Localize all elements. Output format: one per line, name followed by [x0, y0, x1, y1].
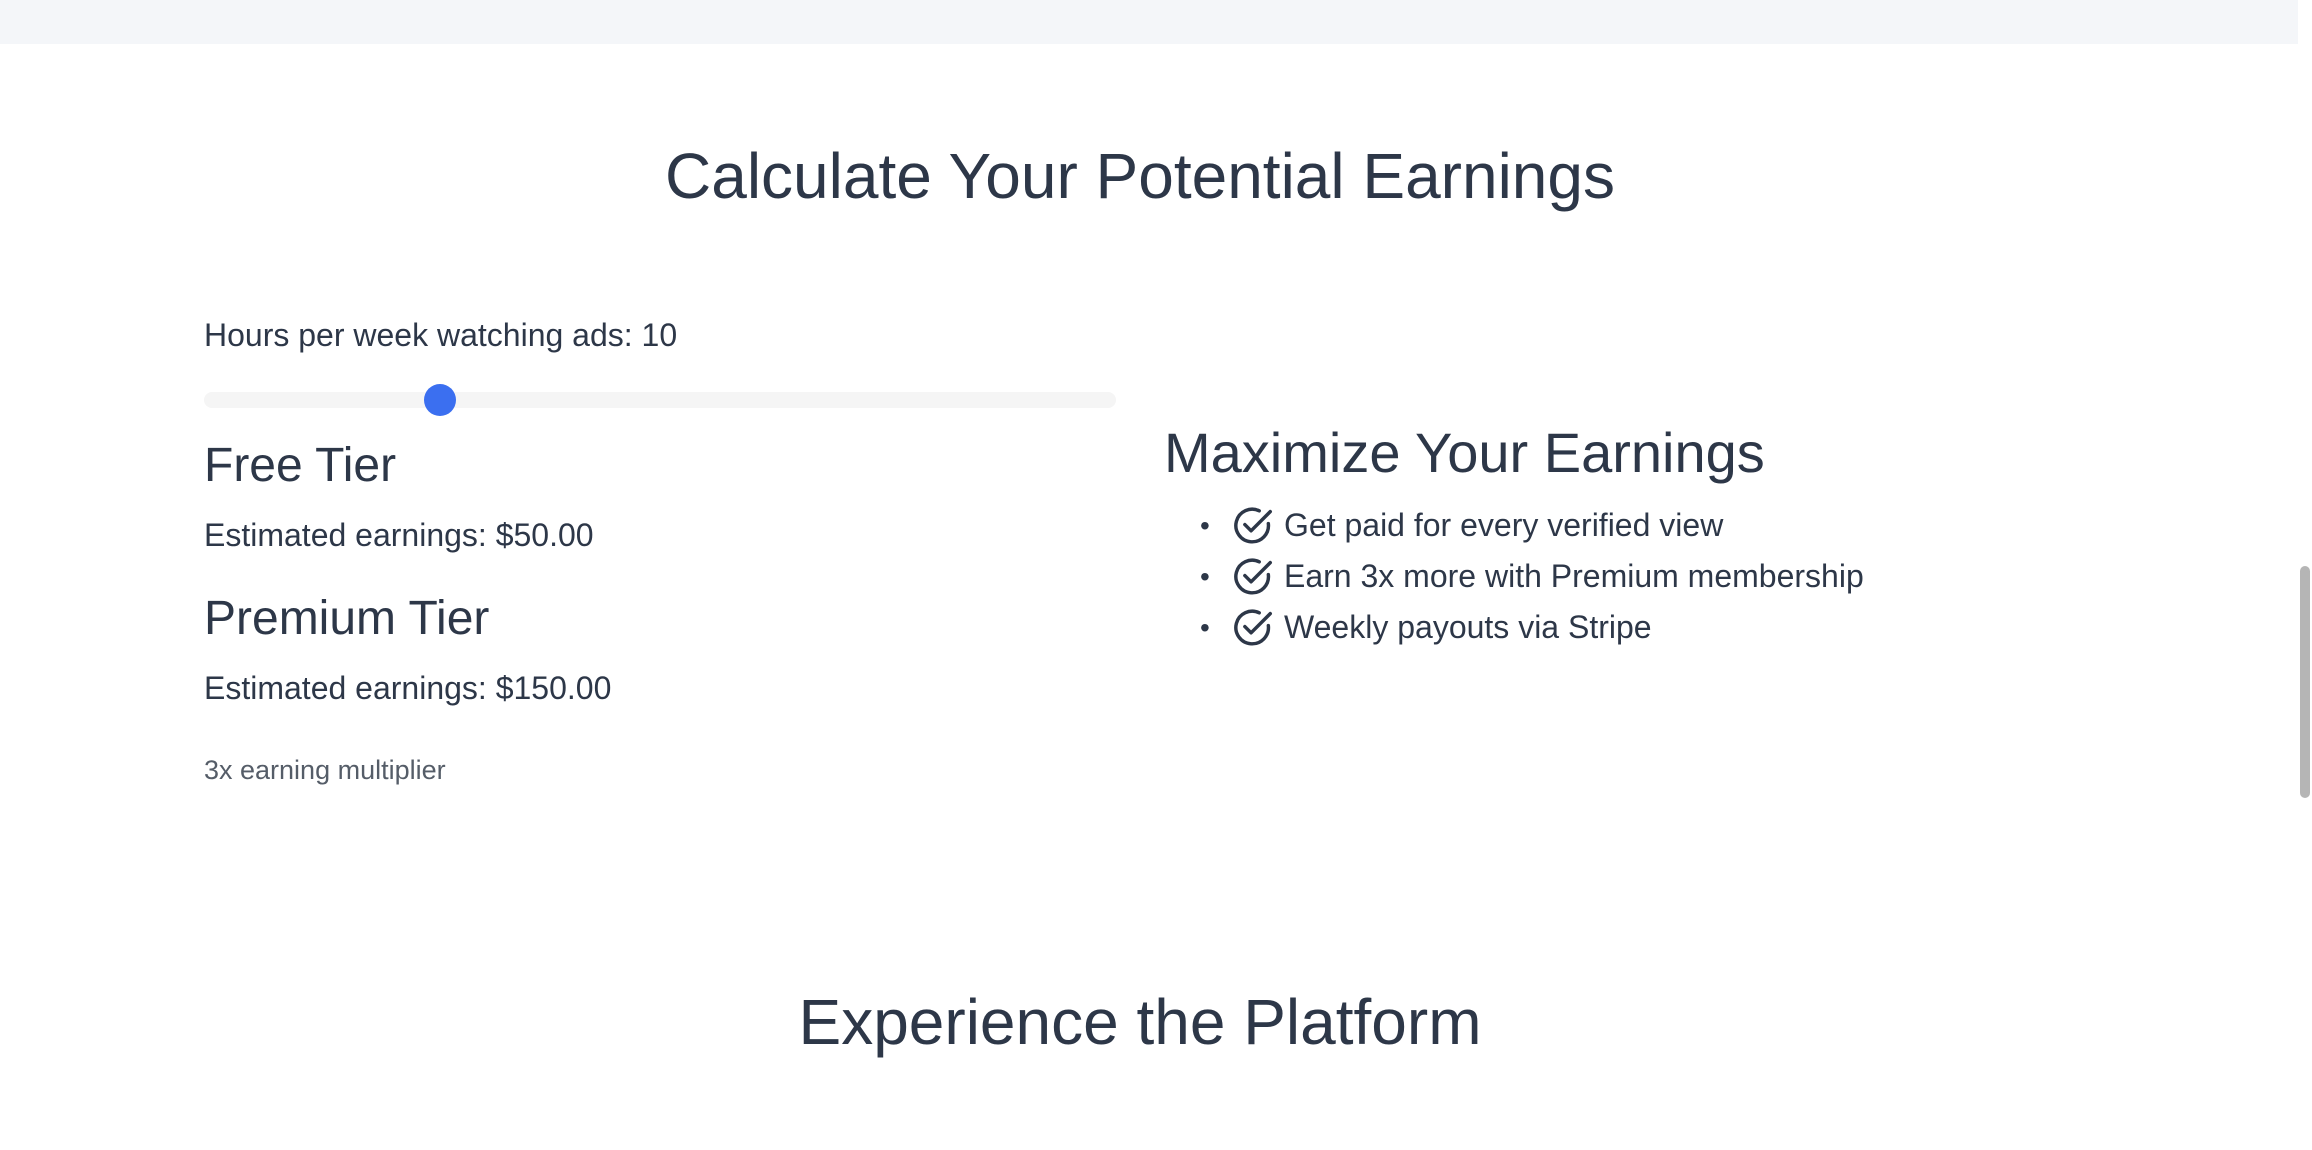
bullet-icon: • — [1200, 560, 1210, 592]
calculator-title: Calculate Your Potential Earnings — [665, 140, 1615, 212]
benefit-item: • Earn 3x more with Premium membership — [1200, 551, 1864, 602]
free-tier-heading: Free Tier — [204, 439, 397, 492]
platform-section-title: Experience the Platform — [798, 986, 1482, 1058]
hours-slider-label-prefix: Hours per week watching ads: — [204, 317, 642, 353]
benefits-list: • Get paid for every verified view • Ear… — [1200, 500, 1864, 653]
premium-tier-earnings: Estimated earnings: $150.00 — [204, 670, 612, 706]
hours-slider-value: 10 — [641, 317, 678, 353]
benefit-label: Weekly payouts via Stripe — [1284, 609, 1652, 645]
vertical-scrollbar[interactable] — [2298, 0, 2312, 1150]
page: Calculate Your Potential Earnings Hours … — [0, 0, 2312, 1150]
premium-multiplier-note: 3x earning multiplier — [204, 755, 446, 785]
top-section-band — [0, 0, 2312, 44]
bullet-icon: • — [1200, 509, 1210, 541]
hours-slider-thumb[interactable] — [424, 384, 456, 416]
benefit-label: Earn 3x more with Premium membership — [1284, 558, 1864, 594]
hours-slider-track[interactable] — [204, 392, 1116, 408]
check-circle-icon — [1234, 507, 1272, 544]
benefit-item: • Weekly payouts via Stripe — [1200, 602, 1864, 653]
benefit-item: • Get paid for every verified view — [1200, 500, 1864, 551]
scrollbar-thumb[interactable] — [2300, 566, 2310, 798]
benefits-title: Maximize Your Earnings — [1164, 421, 1765, 484]
check-circle-icon — [1234, 609, 1272, 646]
premium-tier-heading: Premium Tier — [204, 592, 490, 645]
bullet-icon: • — [1200, 611, 1210, 643]
free-tier-earnings: Estimated earnings: $50.00 — [204, 517, 594, 553]
check-circle-icon — [1234, 558, 1272, 595]
benefit-label: Get paid for every verified view — [1284, 507, 1724, 543]
hours-slider-label: Hours per week watching ads: 10 — [204, 314, 677, 356]
